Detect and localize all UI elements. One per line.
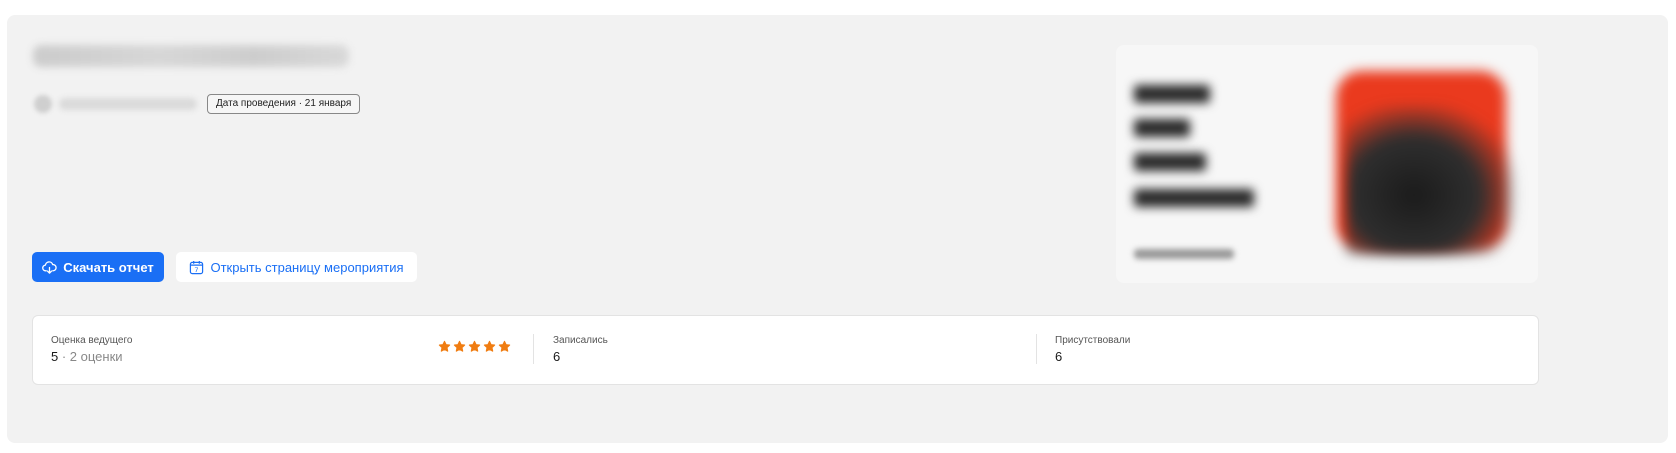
rating-count: · 2 оценки: [61, 349, 123, 364]
registered-label: Записались: [553, 335, 608, 346]
date-badge: Дата проведения · 21 января: [207, 94, 361, 114]
rating-label: Оценка ведущего: [51, 335, 133, 346]
attended-value: 6: [1055, 349, 1063, 364]
download-report-button[interactable]: Скачать отчет: [32, 252, 164, 282]
star-icon: [438, 340, 451, 352]
rating-stars: [438, 340, 511, 353]
svg-text:7: 7: [195, 266, 199, 274]
star-icon: [468, 340, 481, 352]
star-icon: [483, 340, 496, 352]
divider: [1036, 334, 1037, 364]
download-report-label: Скачать отчет: [63, 259, 154, 275]
rating-value: 5 · 2 оценки: [51, 349, 123, 364]
author-name: [59, 98, 197, 110]
author-avatar: [34, 95, 52, 113]
attended-label: Присутствовали: [1055, 335, 1131, 346]
event-cover-image: [1116, 45, 1538, 283]
cloud-download-icon: [42, 260, 57, 275]
open-event-page-button[interactable]: 7 Открыть страницу мероприятия: [176, 252, 417, 282]
event-title: [33, 45, 349, 67]
divider: [533, 334, 534, 364]
open-event-page-label: Открыть страницу мероприятия: [210, 259, 404, 275]
star-icon: [453, 340, 466, 352]
star-icon: [498, 340, 511, 352]
stats-panel: Оценка ведущего 5 · 2 оценки Записались …: [32, 315, 1539, 385]
rating-score: 5: [51, 349, 59, 364]
registered-value: 6: [553, 349, 561, 364]
calendar-icon: 7: [189, 260, 204, 275]
event-card: Дата проведения · 21 января Скачать отче…: [7, 15, 1668, 443]
